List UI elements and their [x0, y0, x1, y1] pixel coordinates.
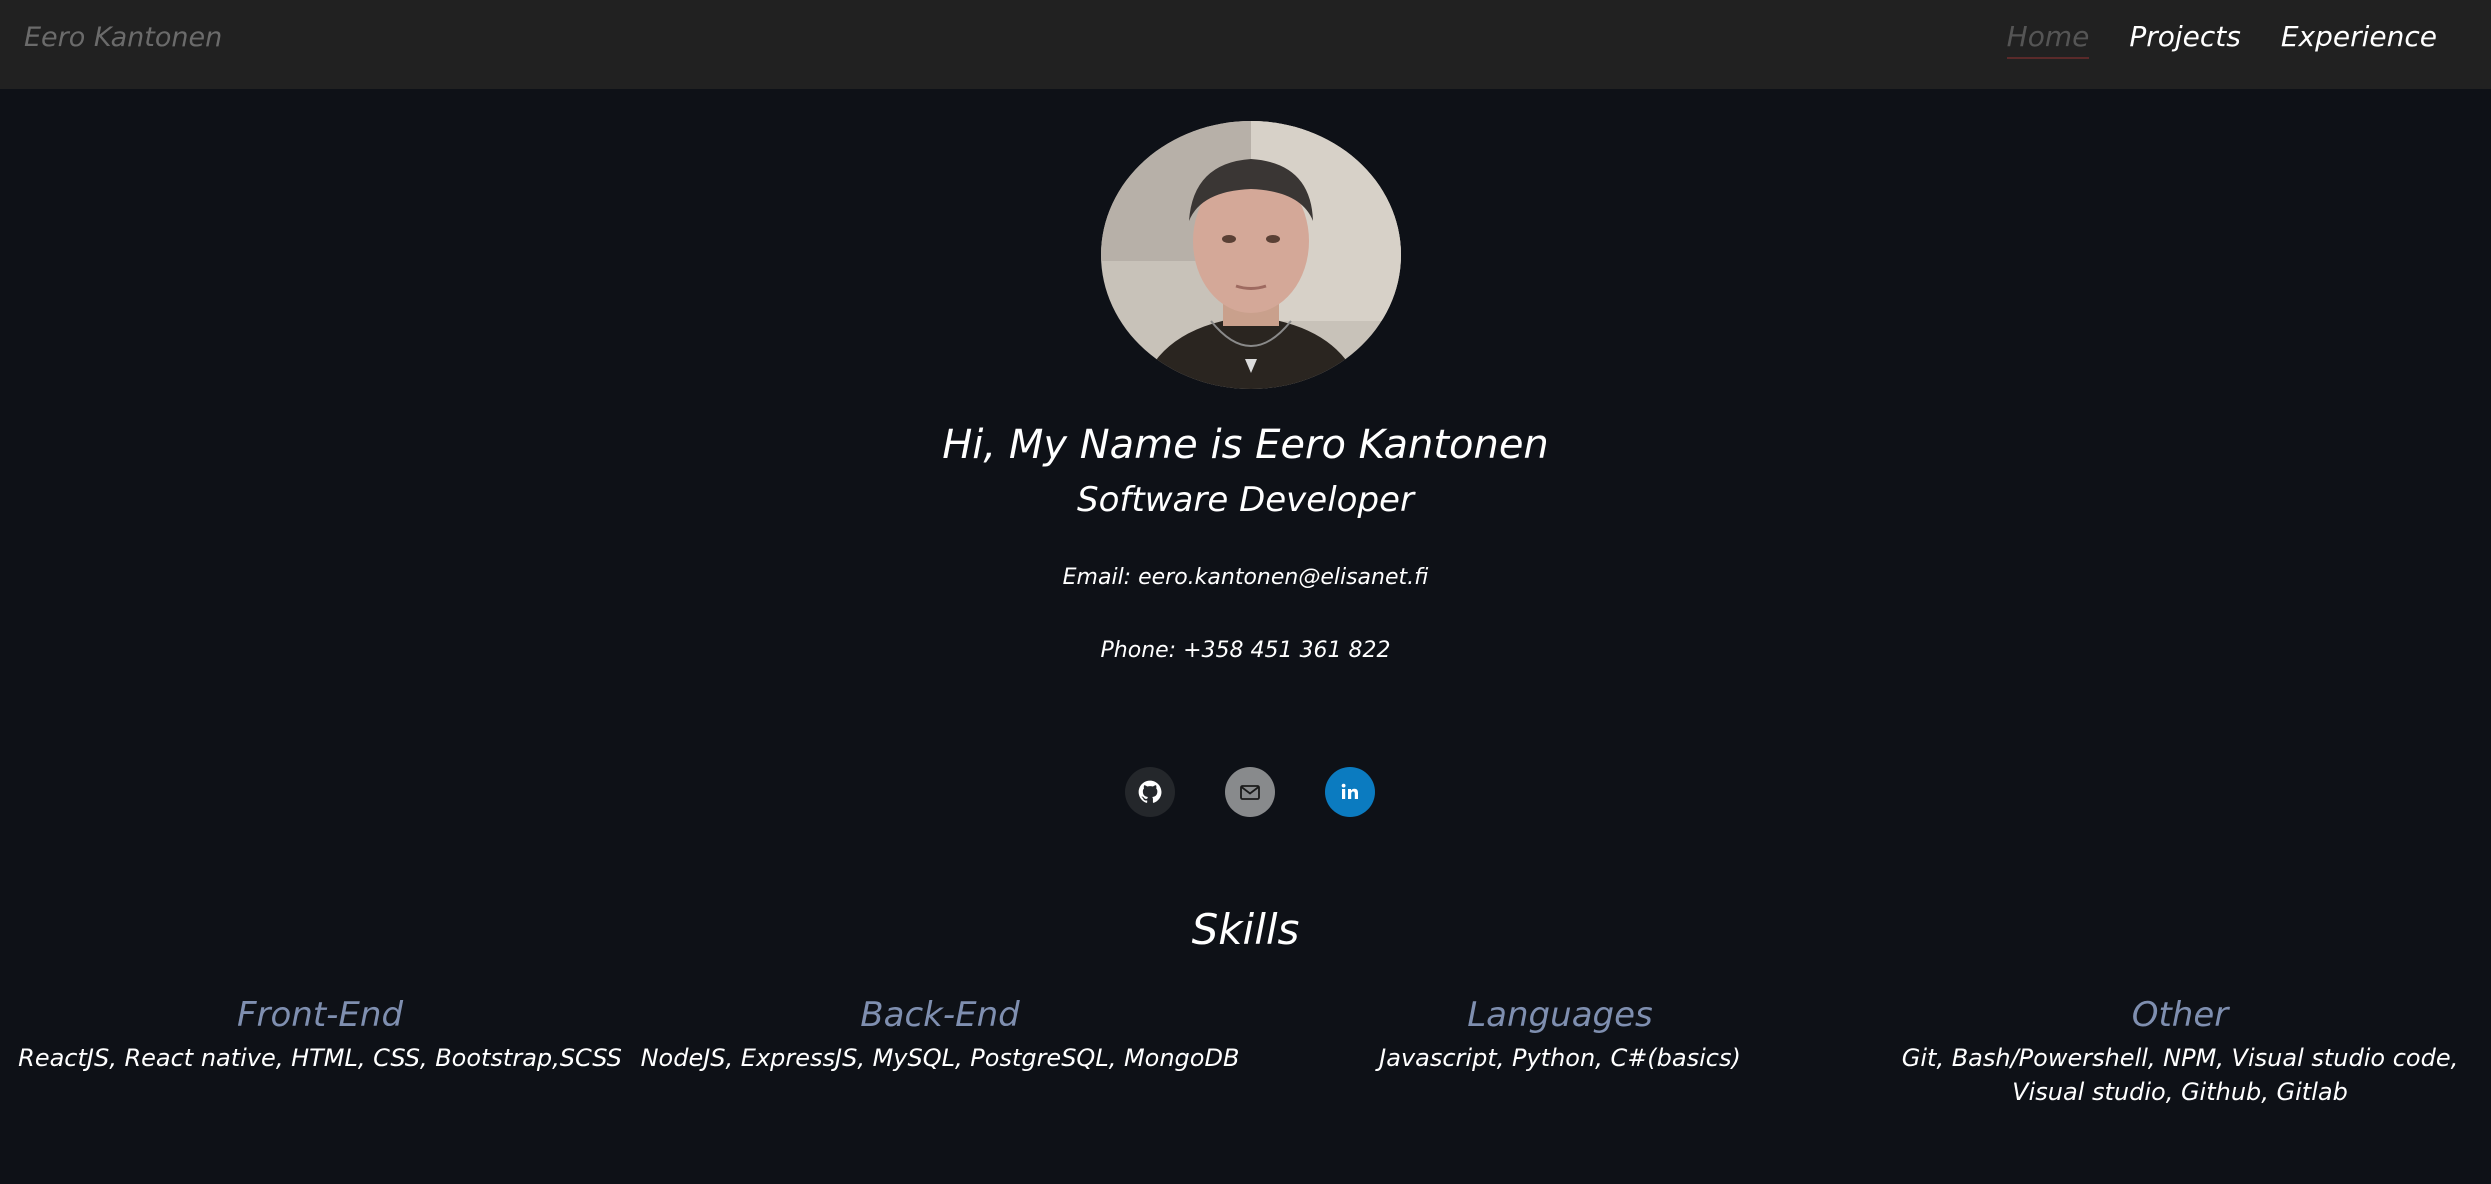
mail-button[interactable]	[1225, 767, 1275, 817]
contact-phone: Phone: +358 451 361 822	[1100, 638, 1391, 663]
skill-heading: Front-End	[236, 995, 404, 1035]
mail-icon	[1240, 785, 1260, 800]
hero-title: Hi, My Name is Eero Kantonen	[942, 422, 1549, 468]
contact-email: Email: eero.kantonen@elisanet.fi	[1062, 565, 1429, 590]
profile-photo-image	[1101, 121, 1401, 389]
nav-link-home[interactable]: Home	[2006, 20, 2090, 59]
skill-category-languages: Languages Javascript, Python, C#(basics)	[1250, 995, 1870, 1075]
skills-title: Skills	[1191, 905, 1300, 954]
skill-category-backend: Back-End NodeJS, ExpressJS, MySQL, Postg…	[630, 995, 1250, 1075]
skill-items: Git, Bash/Powershell, NPM, Visual studio…	[1901, 1044, 2459, 1106]
skill-items: ReactJS, React native, HTML, CSS, Bootst…	[18, 1044, 622, 1072]
nav-links: Home Projects Experience	[2006, 20, 2437, 59]
skill-category-frontend: Front-End ReactJS, React native, HTML, C…	[10, 995, 630, 1075]
social-links	[1125, 767, 1375, 817]
nav-link-projects[interactable]: Projects	[2129, 20, 2241, 59]
github-icon	[1138, 780, 1162, 803]
linkedin-icon	[1341, 783, 1358, 799]
skill-items: NodeJS, ExpressJS, MySQL, PostgreSQL, Mo…	[640, 1044, 1240, 1072]
skill-heading: Languages	[1467, 995, 1653, 1035]
brand-name[interactable]: Eero Kantonen	[24, 22, 222, 53]
nav-link-experience[interactable]: Experience	[2281, 20, 2437, 59]
github-button[interactable]	[1125, 767, 1175, 817]
profile-photo	[1101, 121, 1401, 389]
navbar: Eero Kantonen Home Projects Experience	[0, 0, 2491, 89]
skill-category-other: Other Git, Bash/Powershell, NPM, Visual …	[1870, 995, 2490, 1109]
hero-subtitle: Software Developer	[1077, 480, 1414, 520]
linkedin-button[interactable]	[1325, 767, 1375, 817]
skill-heading: Back-End	[860, 995, 1020, 1035]
skill-items: Javascript, Python, C#(basics)	[1379, 1044, 1741, 1072]
skill-heading: Other	[2131, 995, 2229, 1035]
